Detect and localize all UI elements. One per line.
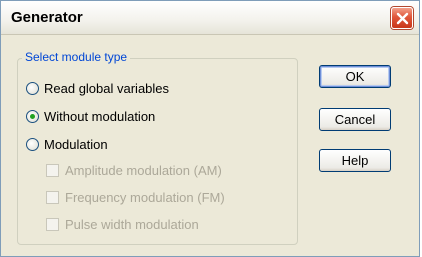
checkbox-pulse-width-modulation[interactable]: Pulse width modulation	[46, 216, 199, 232]
radio-read-global-variables[interactable]: Read global variables	[26, 80, 169, 96]
checkbox-square[interactable]	[46, 217, 59, 231]
title-bar[interactable]: Generator	[1, 1, 419, 35]
radio-selected-dot	[30, 113, 35, 119]
checkbox-frequency-modulation[interactable]: Frequency modulation (FM)	[46, 189, 225, 205]
checkbox-square[interactable]	[46, 163, 59, 177]
checkbox-square[interactable]	[46, 190, 59, 204]
radio-circle[interactable]	[26, 137, 39, 151]
radio-circle[interactable]	[26, 109, 39, 123]
groupbox-legend: Select module type	[22, 50, 131, 64]
help-button[interactable]: Help	[319, 149, 391, 172]
radio-circle[interactable]	[26, 81, 39, 95]
radio-without-modulation[interactable]: Without modulation	[26, 108, 155, 124]
radio-label: Without modulation	[44, 108, 156, 124]
cancel-button[interactable]: Cancel	[319, 108, 391, 131]
window-title: Generator	[11, 9, 83, 26]
checkbox-label: Frequency modulation (FM)	[65, 189, 225, 205]
checkbox-label: Pulse width modulation	[65, 216, 199, 232]
generator-dialog: Generator Select module type Read global…	[0, 0, 420, 257]
ok-button[interactable]: OK	[319, 65, 391, 88]
radio-label: Modulation	[44, 136, 108, 152]
checkbox-amplitude-modulation[interactable]: Amplitude modulation (AM)	[46, 162, 222, 178]
radio-label: Read global variables	[44, 80, 170, 96]
dialog-body: Select module type Read global variables…	[4, 36, 416, 253]
radio-modulation[interactable]: Modulation	[26, 136, 108, 152]
close-button[interactable]	[391, 7, 413, 29]
checkbox-label: Amplitude modulation (AM)	[65, 162, 222, 178]
close-icon	[396, 12, 409, 25]
